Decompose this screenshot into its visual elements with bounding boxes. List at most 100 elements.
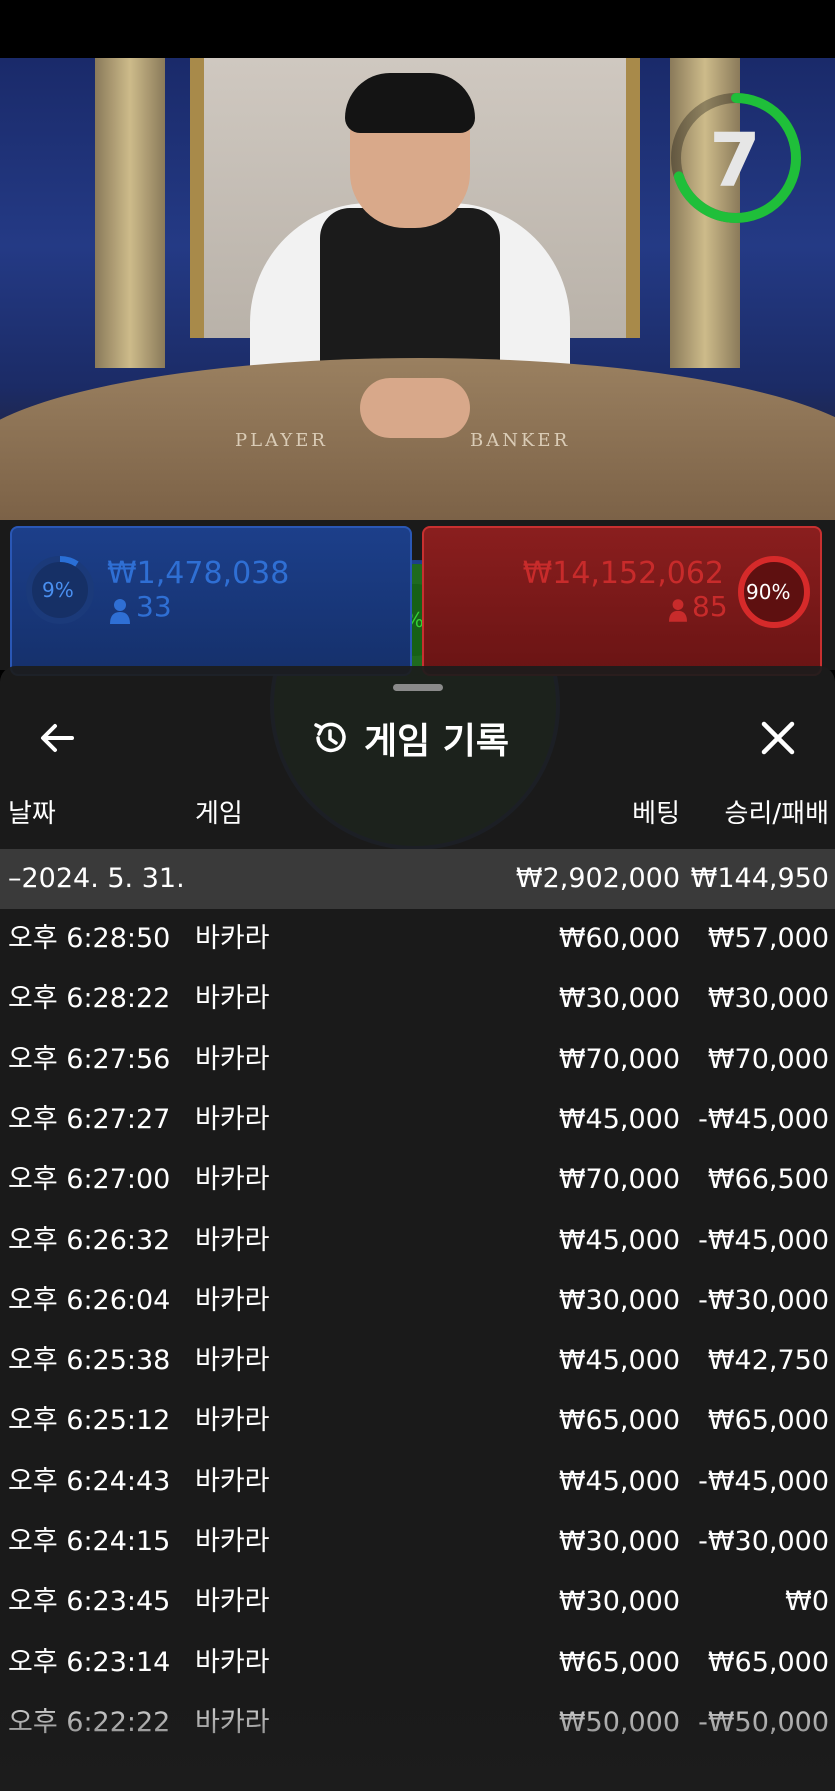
row-game: 바카라 [195,923,270,954]
back-button[interactable] [28,714,86,762]
row-result: ₩57,000 [707,923,829,954]
row-bet: ₩45,000 [558,1465,680,1497]
row-game: 바카라 [195,983,270,1015]
status-bar [0,0,835,58]
column-header-game[interactable]: 게임 [195,794,243,834]
row-game: 바카라 [195,1405,270,1437]
row-result: -₩45,000 [698,1103,829,1135]
column-header-bet[interactable]: 베팅 [632,794,680,834]
row-result: -₩30,000 [698,1284,829,1316]
close-button[interactable] [752,712,804,764]
history-row[interactable]: 오후 6:22:22 바카라 ₩50,000 -₩50,000 [0,1693,835,1753]
history-row[interactable]: 오후 6:25:12 바카라 ₩65,000 ₩65,000 [0,1391,835,1451]
row-result: ₩65,000 [707,1405,829,1437]
row-game: 바카라 [195,1526,270,1557]
row-bet: ₩45,000 [558,1103,680,1135]
banker-amount: ₩14,152,062 [522,556,724,591]
row-game: 바카라 [195,1284,270,1316]
row-date: 오후 6:27:56 [8,1043,171,1075]
table-label-banker: BANKER [470,430,571,451]
row-result: ₩65,000 [707,1646,829,1678]
row-date: 오후 6:26:32 [8,1224,171,1256]
row-bet: ₩65,000 [558,1405,680,1437]
group-result-total: ₩144,950 [690,863,829,894]
arrow-left-icon [41,724,74,752]
bet-spot-banker[interactable]: 90% ₩14,152,062 85 [422,526,822,676]
row-game: 바카라 [195,1345,270,1377]
history-row[interactable]: 오후 6:28:50 바카라 ₩60,000 ₩57,000 [0,909,835,969]
row-date: 오후 6:23:14 [8,1646,171,1678]
date-group-row[interactable]: –2024. 5. 31. ₩2,902,000 ₩144,950 [0,849,835,909]
row-result: ₩66,500 [707,1164,829,1196]
group-date: –2024. 5. 31. [8,863,185,894]
panel-title-group: 게임 기록 [310,714,509,762]
row-date: 오후 6:25:38 [8,1345,171,1377]
pillar-left [95,58,165,368]
row-result: ₩70,000 [707,1043,829,1075]
row-result: ₩30,000 [707,983,829,1015]
row-result: -₩50,000 [698,1706,829,1738]
panel-title: 게임 기록 [364,721,510,762]
row-bet: ₩60,000 [558,923,680,954]
game-history-panel: 게임 기록 날짜 게임 베팅 승리/패배 –2024. 5. 31. ₩2,90… [0,666,835,1791]
row-date: 오후 6:28:22 [8,983,171,1015]
history-row[interactable]: 오후 6:23:14 바카라 ₩65,000 ₩65,000 [0,1633,835,1693]
history-row[interactable]: 오후 6:24:43 바카라 ₩45,000 -₩45,000 [0,1452,835,1512]
row-date: 오후 6:23:45 [8,1586,171,1618]
row-date: 오후 6:24:43 [8,1465,171,1497]
row-result: -₩45,000 [698,1465,829,1497]
group-bet-total: ₩2,902,000 [515,863,680,894]
player-amount: ₩1,478,038 [107,556,290,591]
row-result: -₩45,000 [698,1224,829,1256]
history-row[interactable]: 오후 6:26:04 바카라 ₩30,000 -₩30,000 [0,1271,835,1331]
drag-handle[interactable] [393,684,443,691]
player-count: 33 [136,590,172,623]
bet-spot-player[interactable]: 9% ₩1,478,038 33 [10,526,412,676]
player-percent: 9% [42,578,74,602]
person-icon [110,599,130,624]
row-bet: ₩30,000 [558,1586,680,1618]
row-date: 오후 6:25:12 [8,1405,171,1437]
row-game: 바카라 [195,1164,270,1196]
panel-header: 게임 기록 [0,702,835,772]
row-bet: ₩45,000 [558,1224,680,1256]
banker-count: 85 [692,590,728,623]
history-row[interactable]: 오후 6:27:00 바카라 ₩70,000 ₩66,500 [0,1150,835,1210]
row-game: 바카라 [195,1043,270,1075]
person-icon [669,599,687,622]
row-game: 바카라 [195,1465,270,1497]
betting-area[interactable]: 1% 9% ₩1,478,038 33 90% ₩14,152,062 85 [0,520,835,850]
row-date: 오후 6:24:15 [8,1526,171,1557]
column-header-result[interactable]: 승리/패배 [725,794,829,834]
history-row[interactable]: 오후 6:26:32 바카라 ₩45,000 -₩45,000 [0,1211,835,1271]
row-bet: ₩45,000 [558,1345,680,1377]
row-date: 오후 6:27:27 [8,1103,171,1135]
row-game: 바카라 [195,1646,270,1678]
history-row[interactable]: 오후 6:27:56 바카라 ₩70,000 ₩70,000 [0,1030,835,1090]
close-icon [761,721,795,755]
row-game: 바카라 [195,1103,270,1135]
history-row[interactable]: 오후 6:27:27 바카라 ₩45,000 -₩45,000 [0,1090,835,1150]
table-label-player: PLAYER [235,430,328,451]
history-clock-icon [314,722,346,753]
row-game: 바카라 [195,1224,270,1256]
row-bet: ₩70,000 [558,1043,680,1075]
row-date: 오후 6:22:22 [8,1706,171,1738]
row-bet: ₩50,000 [558,1706,680,1738]
row-game: 바카라 [195,1706,270,1738]
history-row[interactable]: 오후 6:24:15 바카라 ₩30,000 -₩30,000 [0,1512,835,1572]
history-row[interactable]: 오후 6:28:22 바카라 ₩30,000 ₩30,000 [0,969,835,1029]
row-game: 바카라 [195,1586,270,1618]
timer-countdown: 7 [709,118,761,204]
row-result: -₩30,000 [698,1526,829,1557]
row-bet: ₩70,000 [558,1164,680,1196]
column-header-date[interactable]: 날짜 [8,794,56,834]
history-row[interactable]: 오후 6:23:45 바카라 ₩30,000 ₩0 [0,1572,835,1632]
history-row[interactable]: 오후 6:25:38 바카라 ₩45,000 ₩42,750 [0,1331,835,1391]
dealer-hands [360,378,470,438]
row-bet: ₩30,000 [558,983,680,1015]
row-bet: ₩30,000 [558,1526,680,1557]
row-date: 오후 6:28:50 [8,923,171,954]
row-bet: ₩65,000 [558,1646,680,1678]
row-result: ₩42,750 [707,1345,829,1377]
